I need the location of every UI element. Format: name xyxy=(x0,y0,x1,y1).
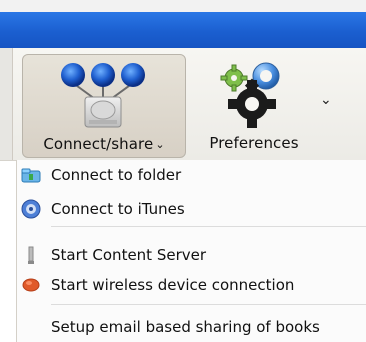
preferences-label: Preferences xyxy=(209,134,299,152)
title-bar xyxy=(0,12,366,48)
menu-item-label: Setup email based sharing of books xyxy=(51,318,320,336)
chevron-down-icon: ⌄ xyxy=(155,138,165,151)
menu-separator xyxy=(51,226,366,227)
menu-item-connect-to-folder[interactable]: Connect to folder xyxy=(17,162,366,188)
email-sharing-icon xyxy=(19,315,43,339)
menu-item-connect-to-itunes[interactable]: Connect to iTunes xyxy=(17,196,366,222)
preferences-button[interactable]: Preferences xyxy=(194,54,314,156)
menu-item-label: Connect to folder xyxy=(51,166,182,184)
menu-item-setup-email-sharing[interactable]: Setup email based sharing of books xyxy=(17,314,366,340)
menu-separator xyxy=(51,304,366,305)
menu-item-start-wireless-device-connection[interactable]: Start wireless device connection xyxy=(17,272,366,298)
menu-item-label: Connect to iTunes xyxy=(51,200,185,218)
toolbar: Connect/share ⌄ Preferences ⌄ xyxy=(0,48,366,161)
menu-item-label: Start wireless device connection xyxy=(51,276,295,294)
wireless-connection-icon xyxy=(19,273,43,297)
connect-share-dropdown-menu: Connect to folder Connect to iTunes Star… xyxy=(16,160,366,342)
menu-item-start-content-server[interactable]: Start Content Server xyxy=(17,242,366,268)
connect-share-icon xyxy=(61,63,145,128)
gear-icon xyxy=(220,62,280,128)
window-top-strip xyxy=(0,0,366,12)
folder-icon xyxy=(19,163,43,187)
toolbar-overflow-chevron-icon[interactable]: ⌄ xyxy=(320,92,332,108)
connect-share-button[interactable]: Connect/share ⌄ xyxy=(22,54,186,158)
menu-item-label: Start Content Server xyxy=(51,246,207,264)
itunes-icon xyxy=(19,197,43,221)
connect-share-label: Connect/share ⌄ xyxy=(43,135,165,153)
toolbar-left-edge xyxy=(0,48,13,160)
content-server-icon xyxy=(19,243,43,267)
